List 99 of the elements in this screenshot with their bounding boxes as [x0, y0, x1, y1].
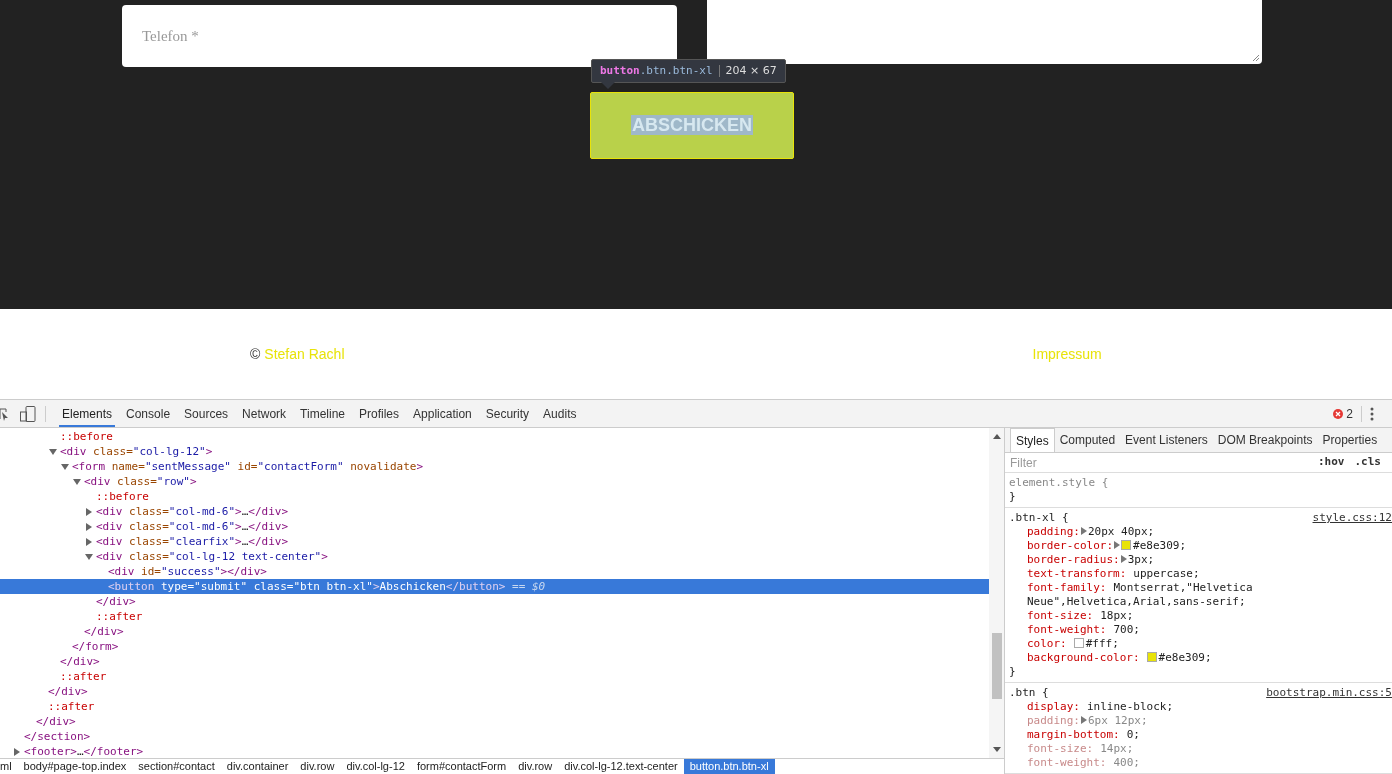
css-property: font-size: 14px;: [1026, 742, 1135, 756]
dom-node[interactable]: <div id="success"></div>: [0, 564, 989, 579]
devtools-tab[interactable]: Profiles: [352, 400, 407, 427]
css-property: margin-bottom: 0;: [1026, 728, 1141, 742]
breadcrumb[interactable]: div.col-lg-12.text-center: [558, 759, 684, 774]
css-selector: .btn {: [1009, 686, 1049, 700]
breadcrumb[interactable]: form#contactForm: [410, 759, 513, 774]
devtools-tab[interactable]: Application: [406, 400, 479, 427]
collapsed-triangle-icon[interactable]: [85, 507, 93, 516]
css-selector: .btn-xl {: [1009, 511, 1069, 525]
dom-node[interactable]: </div>: [0, 714, 989, 729]
sidebar-tab[interactable]: Properties: [1317, 428, 1383, 452]
error-icon[interactable]: [1333, 408, 1344, 419]
css-property: padding: 6px 12px;: [1026, 714, 1149, 728]
scroll-down-icon[interactable]: [992, 747, 1001, 752]
breadcrumb[interactable]: div.col-lg-12: [340, 759, 411, 774]
css-selector: element.style {: [1009, 476, 1109, 490]
dom-node[interactable]: ::before: [0, 489, 989, 504]
css-property: text-transform: uppercase;: [1026, 567, 1201, 581]
dom-node[interactable]: </div>: [0, 624, 989, 639]
css-property: font-size: 18px;: [1026, 609, 1135, 623]
color-swatch[interactable]: [1073, 638, 1084, 648]
color-swatch[interactable]: [1146, 652, 1157, 662]
expanded-triangle-icon[interactable]: [85, 552, 93, 561]
breadcrumb[interactable]: section#contact: [132, 759, 221, 774]
dom-node[interactable]: ::after: [0, 699, 989, 714]
cls-toggle[interactable]: .cls: [1354, 454, 1381, 471]
devtools-tab[interactable]: Audits: [536, 400, 584, 427]
source-link[interactable]: bootstrap.min.css:5: [1266, 686, 1392, 700]
devtools-tab[interactable]: Timeline: [293, 400, 352, 427]
dom-node[interactable]: </section>: [0, 729, 989, 744]
scrollbar-thumb[interactable]: [991, 633, 1002, 699]
css-property: color: #fff;: [1026, 637, 1120, 651]
breadcrumb[interactable]: div.row: [512, 759, 559, 774]
dom-node[interactable]: </div>: [0, 684, 989, 699]
expanded-triangle-icon[interactable]: [61, 462, 69, 471]
error-count: 2: [1346, 405, 1353, 423]
collapsed-triangle-icon[interactable]: [85, 537, 93, 546]
resize-grip-icon[interactable]: [1252, 54, 1260, 62]
closing-brace: }: [1009, 490, 1016, 504]
css-property: padding: 20px 40px;: [1026, 525, 1156, 539]
hov-toggle[interactable]: :hov: [1318, 454, 1345, 471]
expand-triangle-icon[interactable]: [1114, 541, 1121, 549]
dom-node[interactable]: <div class="col-md-6">…</div>: [0, 519, 989, 534]
devtools-tab[interactable]: Sources: [177, 400, 236, 427]
expand-triangle-icon[interactable]: [1081, 716, 1087, 724]
collapsed-triangle-icon[interactable]: [13, 747, 21, 756]
breadcrumb[interactable]: div.row: [294, 759, 341, 774]
expanded-triangle-icon[interactable]: [49, 447, 57, 456]
css-property: border-color: #e8e309;: [1026, 539, 1188, 553]
scrollbar[interactable]: [989, 428, 1004, 758]
dom-node[interactable]: <div class="col-md-6">…</div>: [0, 504, 989, 519]
device-icon[interactable]: [20, 405, 36, 422]
devtools-tab[interactable]: Console: [119, 400, 178, 427]
expand-triangle-icon[interactable]: [1120, 555, 1127, 563]
dom-node[interactable]: <form name="sentMessage" id="contactForm" novalidate>: [0, 459, 989, 474]
devtools-tab[interactable]: Network: [235, 400, 294, 427]
color-swatch[interactable]: [1121, 540, 1132, 550]
sidebar-tab[interactable]: Event Listeners: [1120, 428, 1213, 452]
css-property: background-color: #e8e309;: [1026, 651, 1213, 665]
expanded-triangle-icon[interactable]: [73, 477, 81, 486]
devtools-tab[interactable]: Security: [478, 400, 537, 427]
css-property: font-family: Montserrat,"Helvetica Neue",Helvetica,Arial,sans-serif;: [1026, 581, 1254, 609]
dom-node[interactable]: <footer>…</footer>: [0, 744, 989, 758]
dom-node[interactable]: <div class="row">: [0, 474, 989, 489]
dom-node[interactable]: </div>: [0, 654, 989, 669]
source-link[interactable]: style.css:12: [1312, 511, 1392, 525]
dom-node[interactable]: <div class="col-lg-12 text-center">: [0, 549, 989, 564]
scroll-up-icon[interactable]: [992, 434, 1001, 439]
element-tooltip: button.btn.btn-xl 204 × 67: [591, 59, 786, 83]
collapsed-triangle-icon[interactable]: [85, 522, 93, 531]
dom-node[interactable]: <div class="col-lg-12">: [0, 444, 989, 459]
css-property: font-weight: 700;: [1026, 623, 1141, 637]
breadcrumb[interactable]: ml: [0, 759, 18, 774]
more-icon[interactable]: [1370, 406, 1374, 421]
closing-brace: }: [1009, 665, 1016, 679]
phone-field[interactable]: Telefon *: [122, 5, 677, 67]
breadcrumb[interactable]: div.container: [220, 759, 295, 774]
sidebar-tab[interactable]: Styles: [1010, 428, 1055, 452]
css-property: border-radius: 3px;: [1026, 553, 1156, 567]
inspect-icon[interactable]: [0, 406, 8, 421]
dom-node[interactable]: </form>: [0, 639, 989, 654]
sidebar-tab[interactable]: Computed: [1054, 428, 1121, 452]
devtools-tab[interactable]: Elements: [55, 400, 120, 427]
dom-node[interactable]: <button type="submit" class="btn btn-xl">Abschicken</button> == $0: [0, 579, 989, 594]
filter-field[interactable]: Filter: [1010, 453, 1318, 472]
copyright-symbol: ©: [250, 344, 261, 364]
dom-node[interactable]: ::after: [0, 669, 989, 684]
breadcrumb[interactable]: body#page-top.index: [17, 759, 133, 774]
sidebar-tab[interactable]: DOM Breakpoints: [1212, 428, 1318, 452]
expand-triangle-icon[interactable]: [1081, 527, 1087, 535]
dom-node[interactable]: ::before: [0, 429, 989, 444]
css-property: font-weight: 400;: [1026, 756, 1141, 770]
dom-node[interactable]: ::after: [0, 609, 989, 624]
breadcrumb[interactable]: button.btn.btn-xl: [683, 759, 775, 774]
css-property: display: inline-block;: [1026, 700, 1175, 714]
dom-node[interactable]: </div>: [0, 594, 989, 609]
message-field[interactable]: [707, 0, 1262, 64]
dom-node[interactable]: <div class="clearfix">…</div>: [0, 534, 989, 549]
